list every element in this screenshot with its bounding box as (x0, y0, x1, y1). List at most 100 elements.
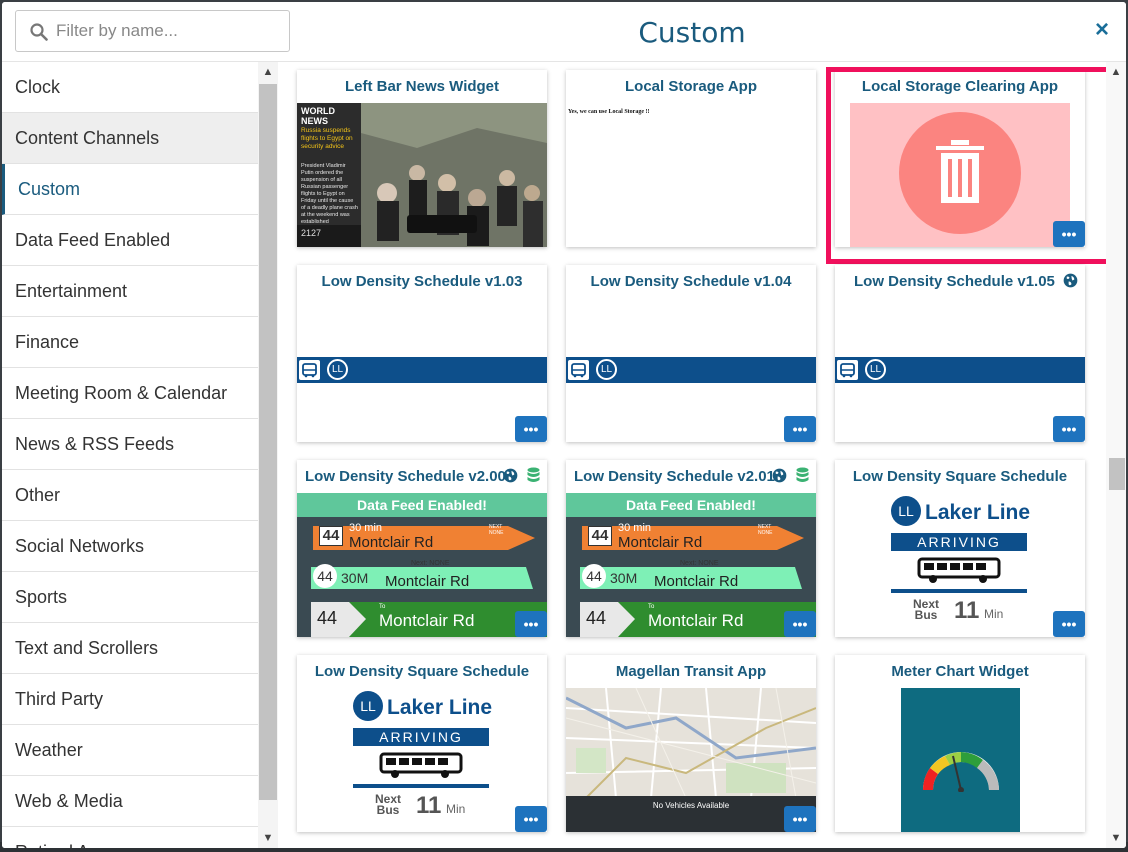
minutes-unit: Min (984, 607, 1004, 621)
more-options-button[interactable]: ••• (1053, 416, 1085, 442)
app-card-low-density-schedule-v1-05[interactable]: Low Density Schedule v1.05 LL ••• (835, 265, 1085, 442)
app-card-low-density-square-schedule-2[interactable]: Low Density Square Schedule LL Laker Lin… (297, 655, 547, 832)
main-scroll-thumb[interactable] (1109, 458, 1125, 490)
sidebar-scroll-thumb[interactable] (259, 84, 277, 800)
sidebar-item-social-networks[interactable]: Social Networks (2, 521, 258, 572)
database-icon (527, 467, 540, 482)
data-feed-banner: Data Feed Enabled! (297, 493, 547, 517)
card-title: Low Density Schedule v1.05 (854, 273, 1055, 290)
app-card-meter-chart-widget[interactable]: Meter Chart Widget (835, 655, 1085, 832)
data-feed-schedule-thumbnail: Data Feed Enabled! 44 30 min Montclair R… (566, 493, 816, 637)
sidebar-item-meeting-room-calendar[interactable]: Meeting Room & Calendar (2, 368, 258, 419)
sidebar-item-retired-apps[interactable]: Retired Apps (2, 827, 258, 848)
news-headline: Russia suspends flights to Egypt on secu… (301, 127, 353, 150)
next-bus-label: Next Bus (913, 598, 939, 622)
more-options-button[interactable]: ••• (784, 416, 816, 442)
laker-line-logo: LL (891, 496, 921, 526)
gauge-icon (921, 752, 1001, 798)
sidebar-item-news-rss-feeds[interactable]: News & RSS Feeds (2, 419, 258, 470)
search-box[interactable] (15, 10, 290, 52)
scroll-up-arrow-icon[interactable]: ▲ (1110, 66, 1122, 78)
scroll-up-arrow-icon[interactable]: ▲ (262, 66, 274, 78)
sidebar-item-data-feed-enabled[interactable]: Data Feed Enabled (2, 215, 258, 266)
more-options-button[interactable]: ••• (784, 806, 816, 832)
news-time: 2127 (301, 228, 322, 238)
schedule-bar: LL (297, 357, 547, 383)
card-title: Low Density Schedule v1.03 (321, 273, 523, 290)
scroll-down-arrow-icon[interactable]: ▼ (262, 832, 274, 844)
sidebar-item-weather[interactable]: Weather (2, 725, 258, 776)
search-input[interactable] (56, 19, 281, 43)
data-feed-schedule-thumbnail: Data Feed Enabled! 44 30 min Montclair R… (297, 493, 547, 637)
route-number: 44 (586, 608, 607, 628)
schedule-thumbnail: LL (566, 298, 816, 442)
sidebar-item-third-party[interactable]: Third Party (2, 674, 258, 725)
next-label: NEXT NONE (489, 524, 504, 536)
next-label: Next: NONE (680, 560, 719, 567)
minutes-value: 11 (954, 597, 980, 624)
next-bus-label: Next Bus (375, 793, 401, 816)
schedule-bar: LL (566, 357, 816, 383)
map-image (566, 688, 816, 832)
main-scrollbar[interactable]: ▲ ▼ (1106, 62, 1126, 848)
app-card-low-density-schedule-v2-01[interactable]: Low Density Schedule v2.01 Data Feed Ena… (566, 460, 816, 637)
bus-icon (917, 557, 1001, 583)
to-label: To (379, 604, 386, 610)
app-picker-modal: Custom × Clock Content Channels Custom D… (2, 2, 1126, 848)
data-feed-banner: Data Feed Enabled! (566, 493, 816, 517)
sidebar-item-web-media[interactable]: Web & Media (2, 776, 258, 827)
laker-line-logo: LL (865, 359, 886, 380)
modal-header: Custom × (2, 2, 1126, 62)
arrival-time: 30M (610, 570, 638, 586)
app-card-low-density-schedule-v1-03[interactable]: Low Density Schedule v1.03 LL ••• (297, 265, 547, 442)
bus-label: Bus (914, 608, 938, 622)
laker-line-logo: LL (353, 691, 383, 721)
next-label: Next: NONE (411, 560, 450, 567)
square-schedule-thumbnail: LL Laker Line ARRIVING Next Bus 11 Min (297, 688, 547, 832)
card-title: Left Bar News Widget (344, 78, 500, 95)
more-options-button[interactable]: ••• (515, 806, 547, 832)
app-card-low-density-square-schedule[interactable]: Low Density Square Schedule LL Laker Lin… (835, 460, 1085, 637)
app-card-left-bar-news-widget[interactable]: Left Bar News Widget WORLD NEWS Russia s… (297, 70, 547, 247)
route-number: 44 (582, 564, 606, 588)
local-storage-preview-text: Yes, we can use Local Storage !! (568, 109, 650, 115)
bus-icon (299, 360, 320, 380)
arrival-row-2: 44 30M Next: NONE Montclair Rd (311, 560, 533, 593)
news-body: President Vladimir Putin ordered the sus… (301, 163, 358, 223)
route-number: 44 (588, 526, 612, 546)
more-options-button[interactable]: ••• (784, 611, 816, 637)
sidebar-item-custom[interactable]: Custom (2, 164, 258, 215)
sidebar-scrollbar[interactable]: ▲ ▼ (258, 62, 278, 848)
sidebar-item-finance[interactable]: Finance (2, 317, 258, 368)
meter-chart-thumbnail (901, 688, 1020, 832)
minutes-unit: Min (446, 802, 466, 816)
schedule-bar: LL (835, 357, 1085, 383)
more-options-button[interactable]: ••• (515, 611, 547, 637)
app-card-low-density-schedule-v2-00[interactable]: Low Density Schedule v2.00 Data Feed Ena… (297, 460, 547, 637)
sidebar-item-entertainment[interactable]: Entertainment (2, 266, 258, 317)
scroll-down-arrow-icon[interactable]: ▼ (1110, 832, 1122, 844)
globe-icon (772, 468, 787, 483)
arrival-time: 30 min (618, 522, 652, 534)
minutes-value: 11 (416, 792, 442, 819)
close-icon[interactable]: × (1092, 18, 1112, 42)
more-options-button[interactable]: ••• (1053, 611, 1085, 637)
arrival-status: ARRIVING (891, 533, 1027, 551)
sidebar-item-sports[interactable]: Sports (2, 572, 258, 623)
local-storage-thumbnail: Yes, we can use Local Storage !! (566, 103, 816, 247)
more-options-button[interactable]: ••• (515, 416, 547, 442)
sidebar-item-text-and-scrollers[interactable]: Text and Scrollers (2, 623, 258, 674)
next-label: NEXT NONE (758, 524, 773, 536)
bus-icon (568, 360, 589, 380)
bus-icon (837, 360, 858, 380)
sidebar-item-other[interactable]: Other (2, 470, 258, 521)
app-card-low-density-schedule-v1-04[interactable]: Low Density Schedule v1.04 LL ••• (566, 265, 816, 442)
sidebar-item-content-channels[interactable]: Content Channels (2, 113, 258, 164)
app-card-magellan-transit-app[interactable]: Magellan Transit App No Vehicles Availab… (566, 655, 816, 832)
card-title: Local Storage App (625, 78, 757, 95)
app-card-local-storage-app[interactable]: Local Storage App Yes, we can use Local … (566, 70, 816, 247)
selected-card-highlight (826, 67, 1106, 264)
sidebar-item-clock[interactable]: Clock (2, 62, 258, 113)
card-title: Low Density Schedule v1.04 (590, 273, 792, 290)
arrival-time: 30 min (349, 522, 383, 534)
